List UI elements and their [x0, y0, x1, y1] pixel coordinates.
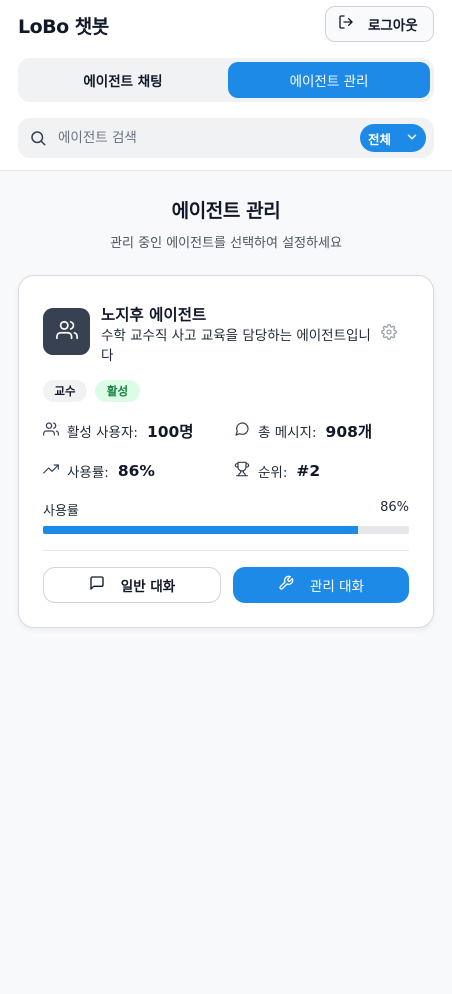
logout-icon: [338, 14, 354, 34]
users-icon: [43, 421, 59, 441]
manage-chat-button[interactable]: 관리 대화: [233, 567, 409, 603]
messages-value: 908개: [325, 423, 373, 441]
stat-messages: 총 메시지: 908개: [234, 419, 372, 443]
mode-tabs: 에이전트 채팅 에이전트 관리: [18, 58, 434, 102]
agent-name: 노지후 에이전트: [101, 306, 207, 324]
trending-up-icon: [43, 461, 59, 481]
app-title: LoBo 챗봇: [18, 16, 109, 38]
section-title: 에이전트 관리: [171, 200, 281, 222]
messages-label: 총 메시지:: [258, 425, 317, 441]
chevron-down-icon: [405, 130, 419, 147]
manage-chat-label: 관리 대화: [310, 579, 364, 595]
general-chat-label: 일반 대화: [120, 579, 176, 595]
status-badge: 활성: [95, 380, 140, 402]
general-chat-button[interactable]: 일반 대화: [43, 567, 221, 603]
agent-avatar: [43, 308, 90, 355]
message-square-icon: [89, 575, 105, 595]
trophy-icon: [234, 461, 250, 481]
usage-bar-label: 사용률: [43, 504, 79, 519]
usage-progress-fill: [43, 526, 358, 534]
filter-selected: 전체: [368, 131, 392, 147]
card-divider: [43, 550, 409, 551]
stat-rank: 순위: #2: [234, 459, 320, 483]
usage-progress-bar: [43, 526, 409, 534]
usage-value: 86%: [117, 462, 155, 480]
message-circle-icon: [234, 421, 250, 441]
role-badge: 교수: [43, 380, 87, 402]
wrench-icon: [278, 575, 294, 595]
search-bar: 전체: [18, 118, 434, 158]
usage-bar-percent: 86%: [380, 500, 409, 515]
users-icon: [55, 319, 78, 345]
active-users-value: 100명: [146, 423, 194, 441]
search-input[interactable]: [58, 118, 358, 158]
active-users-label: 활성 사용자:: [67, 425, 138, 441]
stat-active-users: 활성 사용자: 100명: [43, 419, 194, 443]
stat-usage: 사용률: 86%: [43, 459, 155, 483]
logout-button[interactable]: 로그아웃: [325, 6, 434, 42]
rank-value: #2: [296, 462, 321, 480]
search-icon: [29, 129, 47, 151]
app-header: LoBo 챗봇 로그아웃 에이전트 채팅 에이전트 관리 전체: [0, 0, 452, 171]
settings-gear-icon[interactable]: [381, 324, 397, 344]
tab-agent-chat[interactable]: 에이전트 채팅: [22, 62, 224, 98]
usage-label: 사용률:: [67, 465, 109, 481]
section-subtitle: 관리 중인 에이전트를 선택하여 설정하세요: [110, 236, 342, 251]
tab-agent-manage[interactable]: 에이전트 관리: [228, 62, 430, 98]
rank-label: 순위:: [258, 465, 288, 481]
agent-card[interactable]: 노지후 에이전트 수학 교수직 사고 교육을 담당하는 에이전트입니다 교수 활…: [18, 275, 434, 628]
filter-dropdown[interactable]: 전체: [360, 124, 426, 152]
logout-label: 로그아웃: [368, 18, 418, 34]
agent-description: 수학 교수직 사고 교육을 담당하는 에이전트입니다: [101, 328, 371, 364]
